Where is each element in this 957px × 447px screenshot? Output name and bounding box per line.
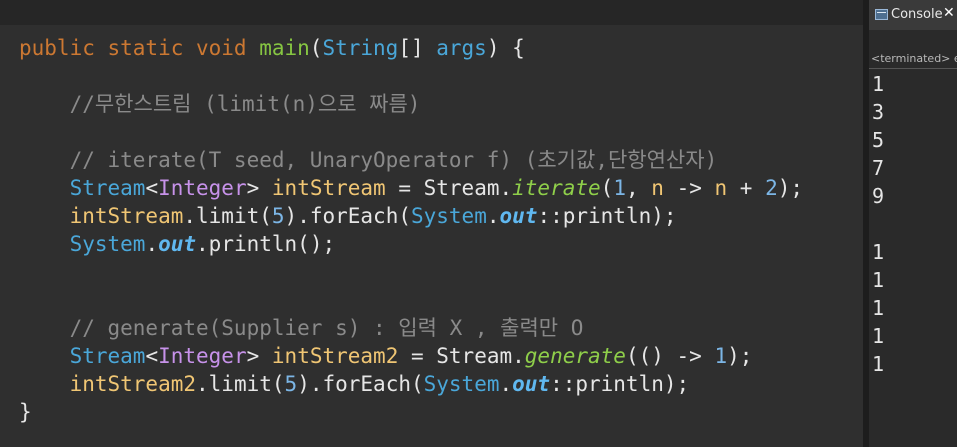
code-token: intStream2 xyxy=(69,372,197,396)
console-output-line: 7 xyxy=(872,156,885,180)
code-token: ( xyxy=(600,176,614,200)
editor-top-bar xyxy=(0,0,863,25)
console-tab-label: Console xyxy=(891,7,943,22)
code-line[interactable] xyxy=(19,258,803,286)
code-token: main xyxy=(259,36,310,60)
code-token: ) { xyxy=(486,36,525,60)
code-token: > xyxy=(246,344,272,368)
console-output-line: 1 xyxy=(872,240,885,264)
code-token: 1 xyxy=(714,344,728,368)
code-token: System xyxy=(423,372,500,396)
code-token: public static void xyxy=(19,36,260,60)
code-token: ::println); xyxy=(537,204,677,228)
code-token: + xyxy=(727,176,766,200)
code-token: String xyxy=(322,36,399,60)
code-token: = Stream. xyxy=(385,176,513,200)
console-output-line: 1 xyxy=(872,72,885,96)
code-token: 1 xyxy=(613,176,626,200)
code-token: out xyxy=(158,232,197,256)
code-line[interactable]: } xyxy=(19,398,803,426)
code-token: < xyxy=(145,344,159,368)
code-line[interactable]: Stream<Integer> intStream2 = Stream.gene… xyxy=(19,342,803,370)
code-token: n xyxy=(714,176,728,200)
console-output-line: 1 xyxy=(872,296,885,320)
code-token: // generate(Supplier s) : 입력 X , 출력만 O xyxy=(19,316,584,340)
console-status: <terminated> ex xyxy=(871,52,957,65)
console-output-line: 3 xyxy=(872,100,885,124)
code-line[interactable]: //무한스트림 (limit(n)으로 짜름) xyxy=(19,90,803,118)
code-token: System xyxy=(69,232,146,256)
code-token: .limit( xyxy=(183,204,272,228)
code-token: intStream xyxy=(69,204,184,228)
code-token: args xyxy=(436,36,487,60)
code-token: -> xyxy=(663,176,715,200)
console-icon xyxy=(875,9,888,20)
code-token: ::println); xyxy=(550,372,690,396)
code-token: 5 xyxy=(271,204,285,228)
console-output-line: 5 xyxy=(872,128,885,152)
code-line[interactable]: intStream.limit(5).forEach(System.out::p… xyxy=(19,202,803,230)
code-token: } xyxy=(19,400,32,424)
code-token: intStream xyxy=(271,176,386,200)
code-token: 5 xyxy=(284,372,298,396)
code-token: > xyxy=(246,176,272,200)
code-token: // iterate(T seed, UnaryOperator f) (초기값… xyxy=(19,148,718,172)
code-token: ); xyxy=(727,344,753,368)
code-area[interactable]: public static void main(String[] args) {… xyxy=(19,34,803,426)
code-token: . xyxy=(486,204,500,228)
code-line[interactable] xyxy=(19,62,803,90)
console-output[interactable]: 13579 11111 xyxy=(872,70,884,378)
code-token: Integer xyxy=(158,344,247,368)
code-token: (() -> xyxy=(625,344,715,368)
close-icon[interactable]: ✕ xyxy=(943,5,955,21)
code-line[interactable] xyxy=(19,286,803,314)
code-token: //무한스트림 (limit(n)으로 짜름) xyxy=(19,92,421,116)
code-token: Stream xyxy=(69,344,146,368)
console-output-line: 1 xyxy=(872,268,885,292)
console-output-line: 9 xyxy=(872,184,885,208)
code-line[interactable]: // iterate(T seed, UnaryOperator f) (초기값… xyxy=(19,146,803,174)
code-token: out xyxy=(499,204,538,228)
code-token: ).forEach( xyxy=(297,372,424,396)
code-token: . xyxy=(145,232,159,256)
code-line[interactable]: // generate(Supplier s) : 입력 X , 출력만 O xyxy=(19,314,803,342)
code-token: iterate xyxy=(512,176,601,200)
console-output-line: 1 xyxy=(872,352,885,376)
console-view: Console ✕ <terminated> ex 13579 11111 xyxy=(869,0,957,447)
code-token: Integer xyxy=(158,176,247,200)
code-token: [] xyxy=(398,36,437,60)
code-token: < xyxy=(145,176,159,200)
code-token: .limit( xyxy=(196,372,285,396)
code-line[interactable]: Stream<Integer> intStream = Stream.itera… xyxy=(19,174,803,202)
code-line[interactable] xyxy=(19,118,803,146)
code-token: . xyxy=(499,372,513,396)
code-line[interactable]: System.out.println(); xyxy=(19,230,803,258)
code-token: System xyxy=(410,204,487,228)
code-token: Stream xyxy=(69,176,146,200)
code-token: , xyxy=(625,176,652,200)
code-token: n xyxy=(651,176,664,200)
console-tab[interactable]: Console ✕ xyxy=(869,0,957,30)
code-token: .println(); xyxy=(196,232,336,256)
code-token: intStream2 xyxy=(271,344,399,368)
code-line[interactable]: public static void main(String[] args) { xyxy=(19,34,803,62)
console-separator xyxy=(869,68,957,69)
code-token: 2 xyxy=(765,176,778,200)
code-token: ).forEach( xyxy=(284,204,411,228)
code-token: ( xyxy=(309,36,323,60)
code-line[interactable]: intStream2.limit(5).forEach(System.out::… xyxy=(19,370,803,398)
code-token: ); xyxy=(777,176,804,200)
console-output-line: 1 xyxy=(872,324,885,348)
code-editor[interactable]: public static void main(String[] args) {… xyxy=(0,0,863,447)
code-token: generate xyxy=(524,344,626,368)
code-token: out xyxy=(512,372,551,396)
code-token: = Stream. xyxy=(398,344,525,368)
